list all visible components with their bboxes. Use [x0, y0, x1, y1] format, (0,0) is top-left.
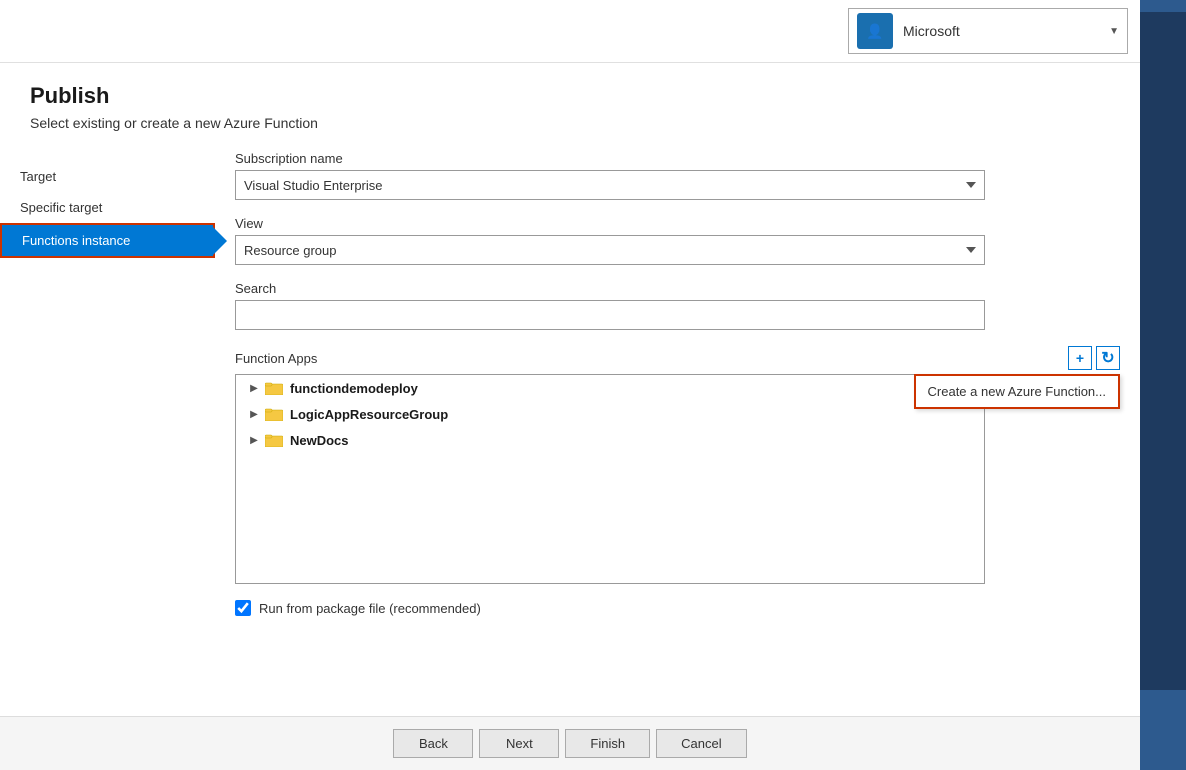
function-apps-list: ▶ functiondemodeploy ▶	[235, 374, 985, 584]
function-apps-header: Function Apps + ↻ Create a new Azure Fun…	[235, 346, 1120, 370]
tree-label-newdocs: NewDocs	[290, 433, 349, 448]
search-group: Search	[235, 281, 1120, 330]
sidebar-bottom	[1140, 690, 1186, 770]
sidebar-mid	[1140, 12, 1186, 690]
nav-item-target[interactable]: Target	[0, 161, 215, 192]
add-function-button[interactable]: +	[1068, 346, 1092, 370]
run-from-package-checkbox[interactable]	[235, 600, 251, 616]
expand-icon-3[interactable]: ▶	[246, 432, 262, 448]
next-button[interactable]: Next	[479, 729, 559, 758]
account-icon: 👤	[857, 13, 893, 49]
subscription-group: Subscription name Visual Studio Enterpri…	[235, 151, 1120, 200]
back-button[interactable]: Back	[393, 729, 473, 758]
search-input[interactable]	[235, 300, 985, 330]
bottom-bar: Back Next Finish Cancel	[0, 716, 1140, 770]
nav-item-specific-target[interactable]: Specific target	[0, 192, 215, 223]
checkbox-label: Run from package file (recommended)	[259, 601, 481, 616]
folder-icon-3	[264, 432, 284, 448]
subscription-select[interactable]: Visual Studio Enterprise Visual Studio P…	[235, 170, 985, 200]
page-title: Publish	[30, 83, 1110, 109]
account-selector[interactable]: 👤 Microsoft ▼	[848, 8, 1128, 54]
title-section: Publish Select existing or create a new …	[0, 63, 1140, 141]
search-label: Search	[235, 281, 1120, 296]
refresh-button[interactable]: ↻	[1096, 346, 1120, 370]
function-apps-section: Function Apps + ↻ Create a new Azure Fun…	[235, 346, 1120, 584]
left-nav: Target Specific target Functions instanc…	[0, 151, 215, 706]
view-select[interactable]: Resource group Location Type	[235, 235, 985, 265]
checkbox-row: Run from package file (recommended)	[235, 600, 1120, 616]
tree-item-logicappresourcegroup[interactable]: ▶ LogicAppResourceGroup	[236, 401, 984, 427]
page-subtitle: Select existing or create a new Azure Fu…	[30, 115, 1110, 131]
tree-item-newdocs[interactable]: ▶ NewDocs	[236, 427, 984, 453]
account-dropdown-arrow[interactable]: ▼	[1109, 26, 1119, 37]
top-bar: 👤 Microsoft ▼	[0, 0, 1140, 63]
tree-item-functiondemodeploy[interactable]: ▶ functiondemodeploy	[236, 375, 984, 401]
view-group: View Resource group Location Type	[235, 216, 1120, 265]
tree-label-logicappresourcegroup: LogicAppResourceGroup	[290, 407, 448, 422]
create-function-tooltip[interactable]: Create a new Azure Function...	[914, 374, 1120, 409]
folder-icon	[264, 380, 284, 396]
svg-text:👤: 👤	[866, 23, 883, 40]
finish-button[interactable]: Finish	[565, 729, 650, 758]
subscription-label: Subscription name	[235, 151, 1120, 166]
function-apps-actions: + ↻ Create a new Azure Function...	[1068, 346, 1120, 370]
view-label: View	[235, 216, 1120, 231]
form-area: Subscription name Visual Studio Enterpri…	[215, 151, 1140, 706]
right-sidebar	[1140, 0, 1186, 770]
nav-item-functions-instance[interactable]: Functions instance	[0, 223, 215, 258]
body-layout: Target Specific target Functions instanc…	[0, 141, 1140, 716]
account-name: Microsoft	[903, 23, 1099, 39]
folder-icon-2	[264, 406, 284, 422]
expand-icon-2[interactable]: ▶	[246, 406, 262, 422]
cancel-button[interactable]: Cancel	[656, 729, 746, 758]
function-apps-label: Function Apps	[235, 351, 1068, 366]
expand-icon[interactable]: ▶	[246, 380, 262, 396]
tree-label-functiondemodeploy: functiondemodeploy	[290, 381, 418, 396]
sidebar-top	[1140, 0, 1186, 12]
